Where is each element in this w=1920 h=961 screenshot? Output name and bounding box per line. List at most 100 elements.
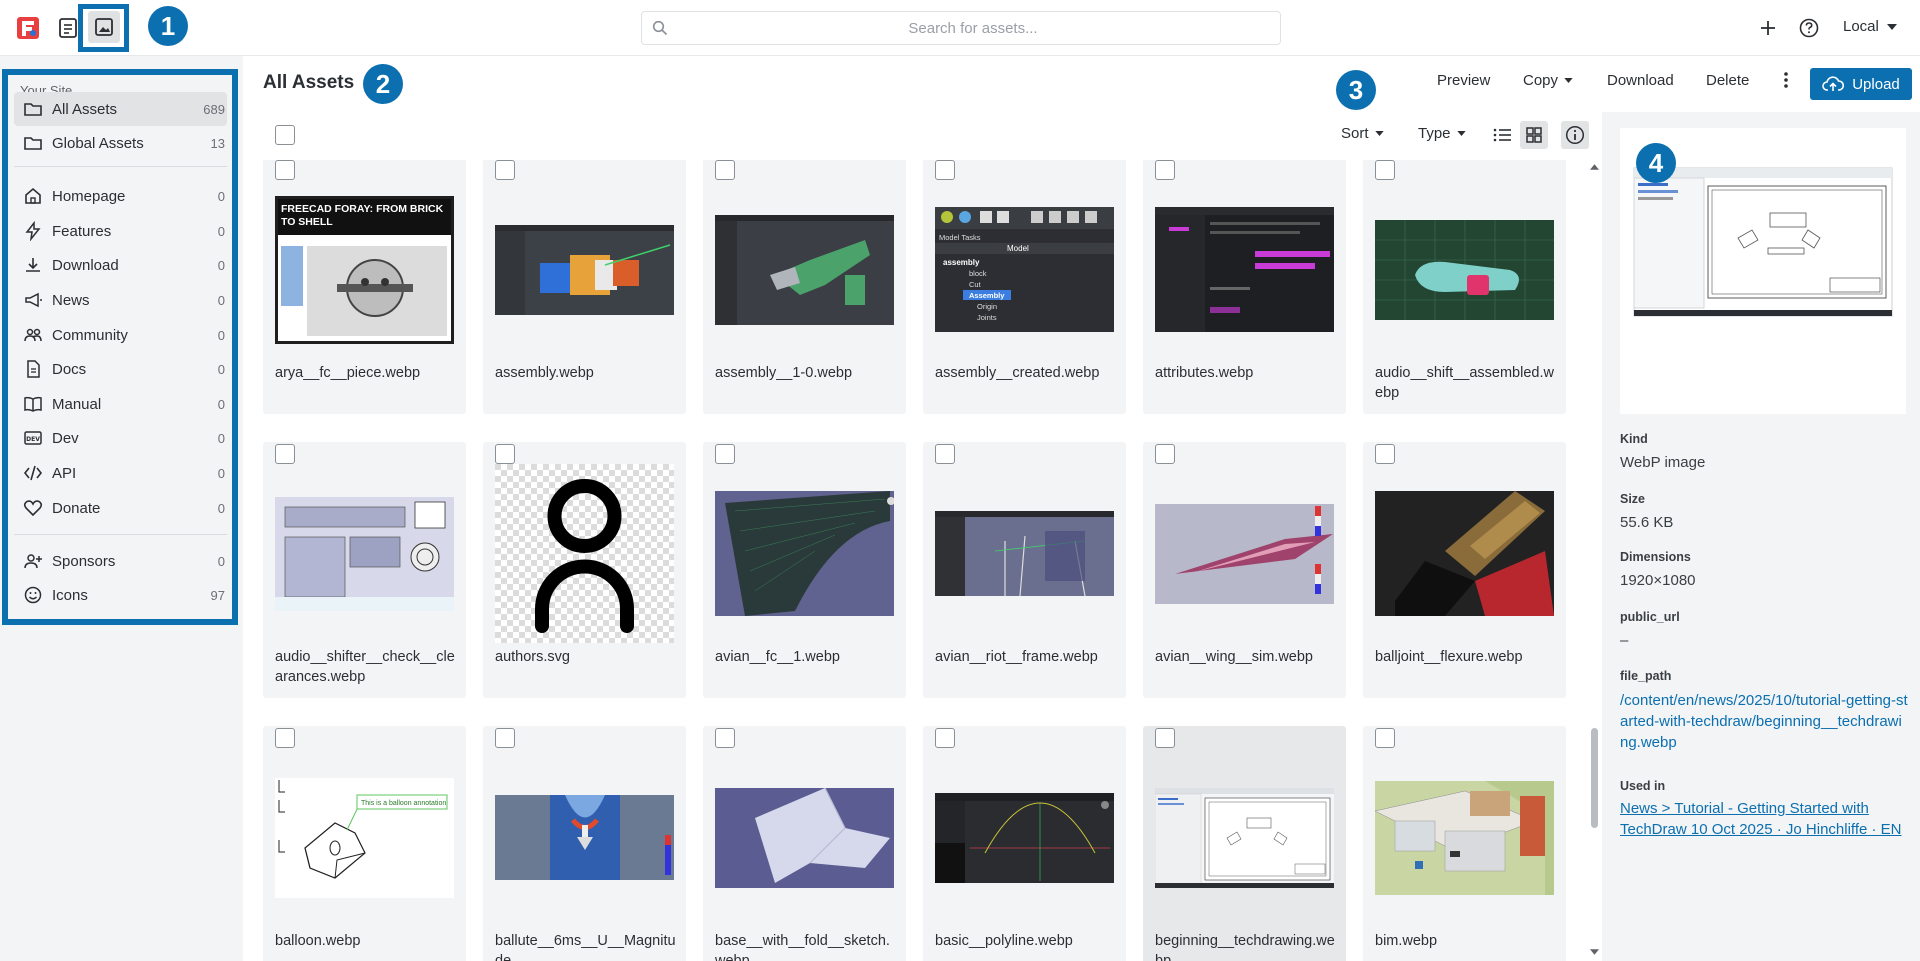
asset-card[interactable]: base__with__fold__sketch.webp	[703, 726, 906, 961]
asset-checkbox[interactable]	[715, 444, 735, 464]
asset-thumbnail[interactable]	[1155, 748, 1334, 927]
asset-checkbox[interactable]	[1155, 160, 1175, 180]
more-options-icon[interactable]	[1783, 70, 1789, 90]
asset-thumbnail[interactable]	[715, 464, 894, 643]
asset-checkbox[interactable]	[275, 444, 295, 464]
list-view-icon[interactable]	[1488, 121, 1516, 149]
asset-card[interactable]: avian__fc__1.webp	[703, 442, 906, 698]
asset-thumbnail[interactable]	[495, 464, 674, 643]
asset-checkbox[interactable]	[715, 728, 735, 748]
help-icon[interactable]	[1793, 12, 1825, 44]
sidebar-item-features[interactable]: Features 0	[14, 214, 227, 248]
used-in-link[interactable]: News > Tutorial - Getting Started with T…	[1620, 798, 1910, 840]
bolt-icon	[18, 221, 48, 241]
preview-button[interactable]: Preview	[1437, 72, 1490, 89]
upload-button[interactable]: Upload	[1810, 68, 1912, 100]
asset-card[interactable]: FREECAD FORAY: FROM BRICK TO SHELL arya__f…	[263, 160, 466, 414]
asset-card[interactable]: ballute__6ms__U__Magnitude	[483, 726, 686, 961]
asset-thumbnail[interactable]	[1155, 464, 1334, 643]
asset-thumbnail[interactable]	[1375, 464, 1554, 643]
asset-checkbox[interactable]	[935, 160, 955, 180]
asset-card[interactable]: avian__riot__frame.webp	[923, 442, 1126, 698]
sidebar-item-sponsors[interactable]: Sponsors 0	[14, 544, 227, 578]
asset-checkbox[interactable]	[935, 444, 955, 464]
sidebar-item-news[interactable]: News 0	[14, 283, 227, 317]
asset-card[interactable]: Model Tasks Model assembly block Cut Assembly…	[923, 160, 1126, 414]
copy-button[interactable]: Copy	[1523, 72, 1573, 89]
image-assets-icon[interactable]	[88, 11, 120, 43]
sidebar-item-manual[interactable]: Manual 0	[14, 387, 227, 421]
scrollbar-thumb[interactable]	[1591, 728, 1598, 828]
asset-filename: balloon.webp	[275, 933, 361, 949]
asset-thumbnail[interactable]	[935, 464, 1114, 643]
asset-checkbox[interactable]	[715, 160, 735, 180]
asset-thumbnail[interactable]	[935, 748, 1114, 927]
sidebar-item-icons[interactable]: Icons 97	[14, 578, 227, 612]
asset-card[interactable]: authors.svg	[483, 442, 686, 698]
asset-checkbox[interactable]	[275, 728, 295, 748]
freecad-logo-icon[interactable]	[12, 12, 44, 44]
sidebar-item-donate[interactable]: Donate 0	[14, 491, 227, 525]
sidebar-item-api[interactable]: API 0	[14, 456, 227, 490]
asset-filename: arya__fc__piece.webp	[275, 365, 421, 381]
asset-thumbnail[interactable]	[1375, 180, 1554, 359]
asset-card[interactable]: assembly__1-0.webp	[703, 160, 906, 414]
asset-card[interactable]: beginning__techdrawing.webp	[1143, 726, 1346, 961]
file-path-value[interactable]: /content/en/news/2025/10/tutorial-gettin…	[1620, 690, 1910, 753]
asset-thumbnail[interactable]	[495, 748, 674, 927]
asset-thumbnail[interactable]	[495, 180, 674, 359]
asset-thumbnail[interactable]: This is a balloon annotation	[275, 748, 454, 927]
add-icon[interactable]	[1752, 12, 1784, 44]
asset-card[interactable]: audio__shift__assembled.webp	[1363, 160, 1566, 414]
type-dropdown[interactable]: Type	[1418, 125, 1466, 142]
select-all-checkbox[interactable]	[275, 125, 295, 145]
grid-scrollbar[interactable]	[1589, 160, 1599, 961]
search-bar[interactable]	[641, 11, 1281, 45]
asset-checkbox[interactable]	[275, 160, 295, 180]
home-icon	[18, 186, 48, 206]
used-in-label: Used in	[1620, 779, 1666, 793]
asset-checkbox[interactable]	[1155, 444, 1175, 464]
asset-card[interactable]: assembly.webp	[483, 160, 686, 414]
info-icon[interactable]	[1561, 121, 1589, 149]
sidebar-item-docs[interactable]: Docs 0	[14, 352, 227, 386]
asset-checkbox[interactable]	[1375, 160, 1395, 180]
asset-card[interactable]: avian__wing__sim.webp	[1143, 442, 1346, 698]
scroll-up-icon	[1590, 164, 1599, 170]
asset-card[interactable]: This is a balloon annotation balloon.webp	[263, 726, 466, 961]
asset-checkbox[interactable]	[495, 728, 515, 748]
sidebar-item-all-assets[interactable]: All Assets 689	[14, 92, 227, 126]
sidebar-item-homepage[interactable]: Homepage 0	[14, 179, 227, 213]
sidebar-item-download[interactable]: Download 0	[14, 248, 227, 282]
locale-selector[interactable]: Local	[1843, 18, 1897, 35]
asset-checkbox[interactable]	[495, 160, 515, 180]
asset-checkbox[interactable]	[1155, 728, 1175, 748]
sidebar-item-dev[interactable]: DEV Dev 0	[14, 421, 227, 455]
search-input[interactable]	[678, 12, 1268, 44]
asset-card[interactable]: basic__polyline.webp	[923, 726, 1126, 961]
grid-view-icon[interactable]	[1520, 121, 1548, 149]
asset-card[interactable]: bim.webp	[1363, 726, 1566, 961]
asset-thumbnail[interactable]: FREECAD FORAY: FROM BRICK TO SHELL	[275, 180, 454, 359]
asset-card[interactable]: balljoint__flexure.webp	[1363, 442, 1566, 698]
asset-card[interactable]: audio__shifter__check__clearances.webp	[263, 442, 466, 698]
asset-card[interactable]: attributes.webp	[1143, 160, 1346, 414]
download-button[interactable]: Download	[1607, 72, 1674, 89]
sidebar-item-count: 0	[217, 292, 225, 308]
asset-thumbnail[interactable]	[715, 180, 894, 359]
asset-checkbox[interactable]	[1375, 444, 1395, 464]
book-icon	[18, 394, 48, 414]
asset-thumbnail[interactable]: Model Tasks Model assembly block Cut Assembly…	[935, 180, 1114, 359]
asset-thumbnail[interactable]	[1155, 180, 1334, 359]
sort-dropdown[interactable]: Sort	[1341, 125, 1384, 142]
asset-checkbox[interactable]	[495, 444, 515, 464]
asset-thumbnail[interactable]	[715, 748, 894, 927]
sidebar-item-global-assets[interactable]: Global Assets 13	[14, 126, 227, 160]
asset-checkbox[interactable]	[1375, 728, 1395, 748]
asset-checkbox[interactable]	[935, 728, 955, 748]
asset-thumbnail[interactable]	[1375, 748, 1554, 927]
sidebar-item-count: 0	[217, 327, 225, 343]
delete-button[interactable]: Delete	[1706, 72, 1749, 89]
sidebar-item-community[interactable]: Community 0	[14, 318, 227, 352]
asset-thumbnail[interactable]	[275, 464, 454, 643]
